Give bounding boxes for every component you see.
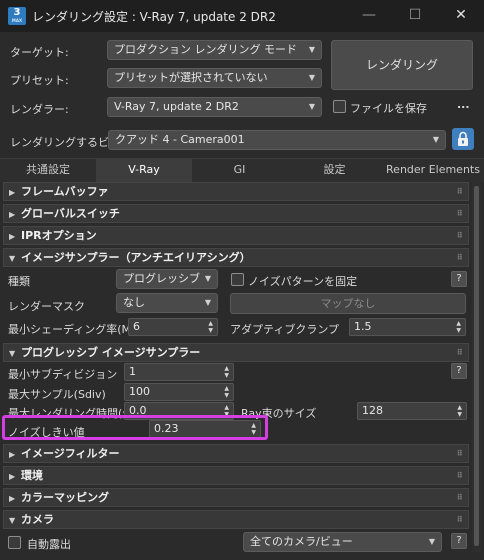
tab-common[interactable]: 共通設定	[0, 158, 96, 182]
sampler-type-label: 種類	[8, 275, 30, 288]
close-button[interactable]: ✕	[438, 0, 484, 32]
spinner-arrows-icon: ▲ ▼	[224, 385, 229, 399]
adaptive-clamp-spinner[interactable]: 1.5 ▲ ▼	[349, 318, 466, 336]
expand-arrow-icon: ▶	[9, 232, 16, 241]
spinner-arrows-icon: ▲ ▼	[457, 404, 462, 418]
target-dropdown[interactable]: プロダクション レンダリング モード ▼	[107, 40, 322, 60]
expand-arrow-icon: ▶	[9, 450, 16, 459]
max-subdivs-label: 最大サンプル(Sdiv)	[8, 388, 106, 401]
grip-icon: ⠿	[456, 515, 463, 524]
help-button[interactable]: ?	[451, 271, 467, 287]
rollout-image-sampler[interactable]: ▼ イメージサンプラー（アンチエイリアシング） ⠿	[3, 248, 469, 267]
rollout-framebuffer[interactable]: ▶ フレームバッファ ⠿	[3, 182, 469, 201]
spinner-arrows-icon: ▲ ▼	[224, 365, 229, 379]
min-subdivs-label: 最小サブディビジョン	[8, 368, 118, 381]
chevron-down-icon: ▼	[204, 298, 211, 307]
rollout-progressive-sampler[interactable]: ▼ プログレッシブ イメージサンプラー ⠿	[3, 343, 469, 362]
grip-icon: ⠿	[456, 471, 463, 480]
grip-icon: ⠿	[456, 209, 463, 218]
lock-view-button[interactable]	[452, 128, 474, 150]
help-button[interactable]: ?	[451, 363, 467, 379]
preset-label: プリセット:	[10, 74, 69, 87]
more-options-button[interactable]: ...	[457, 98, 470, 111]
tab-vray[interactable]: V-Ray	[96, 158, 192, 182]
renderer-label: レンダラー:	[10, 103, 69, 116]
3dsmax-app-icon: 3 MAX	[8, 7, 26, 25]
grip-icon: ⠿	[456, 253, 463, 262]
auto-exposure-label: 自動露出	[27, 538, 71, 551]
collapse-arrow-icon: ▼	[9, 516, 16, 525]
rollout-color-mapping[interactable]: ▶ カラーマッピング ⠿	[3, 488, 469, 507]
noise-threshold-highlight	[2, 415, 268, 440]
spinner-arrows-icon: ▲ ▼	[208, 320, 213, 334]
lock-noise-checkbox[interactable]	[231, 273, 244, 286]
chevron-down-icon: ▼	[308, 102, 315, 111]
rollout-ipr[interactable]: ▶ IPRオプション ⠿	[3, 226, 469, 245]
max-subdivs-spinner[interactable]: 100 ▲ ▼	[124, 383, 234, 401]
chevron-down-icon: ▼	[432, 135, 439, 144]
tab-render-elements[interactable]: Render Elements	[382, 158, 484, 182]
expand-arrow-icon: ▶	[9, 210, 16, 219]
ray-bundle-size-spinner[interactable]: 128 ▲ ▼	[357, 402, 467, 420]
grip-icon: ⠿	[456, 231, 463, 240]
expand-arrow-icon: ▶	[9, 188, 16, 197]
min-shading-rate-spinner[interactable]: 6 ▲ ▼	[128, 318, 218, 336]
render-mask-dropdown[interactable]: なし ▼	[116, 293, 218, 313]
renderer-dropdown[interactable]: V-Ray 7, update 2 DR2 ▼	[107, 97, 322, 117]
scrollbar-thumb[interactable]	[474, 186, 479, 546]
help-button[interactable]: ?	[451, 533, 467, 549]
adaptive-clamp-label: アダプティブクランプ	[230, 323, 340, 336]
chevron-down-icon: ▼	[308, 73, 315, 82]
collapse-arrow-icon: ▼	[9, 254, 16, 263]
collapse-arrow-icon: ▼	[9, 349, 16, 358]
chevron-down-icon: ▼	[428, 537, 435, 546]
rollout-camera[interactable]: ▼ カメラ ⠿	[3, 510, 469, 529]
window-title: レンダリング設定 : V-Ray 7, update 2 DR2	[32, 10, 276, 24]
chevron-down-icon: ▼	[308, 45, 315, 54]
chevron-down-icon: ▼	[204, 274, 211, 283]
preset-dropdown[interactable]: プリセットが選択されていない ▼	[107, 68, 322, 88]
render-button[interactable]: レンダリング	[331, 40, 473, 90]
render-mask-label: レンダーマスク	[8, 300, 85, 313]
minimize-button[interactable]: —	[346, 0, 392, 32]
grip-icon: ⠿	[456, 187, 463, 196]
target-label: ターゲット:	[10, 46, 69, 59]
tab-gi[interactable]: GI	[192, 158, 287, 182]
render-view-dropdown[interactable]: クアッド 4 - Camera001 ▼	[108, 130, 446, 150]
lock-noise-label: ノイズパターンを固定	[248, 275, 358, 288]
rollout-environment[interactable]: ▶ 環境 ⠿	[3, 466, 469, 485]
auto-exposure-checkbox[interactable]	[8, 536, 21, 549]
grip-icon: ⠿	[456, 449, 463, 458]
sampler-type-dropdown[interactable]: プログレッシブ ▼	[116, 269, 218, 289]
grip-icon: ⠿	[456, 348, 463, 357]
tab-settings[interactable]: 設定	[287, 158, 382, 182]
save-file-checkbox[interactable]	[333, 100, 346, 113]
no-map-button[interactable]: マップなし	[230, 293, 466, 314]
spinner-arrows-icon: ▲ ▼	[456, 320, 461, 334]
expand-arrow-icon: ▶	[9, 494, 16, 503]
min-subdivs-spinner[interactable]: 1 ▲ ▼	[124, 363, 234, 381]
rollout-image-filter[interactable]: ▶ イメージフィルター ⠿	[3, 444, 469, 463]
maximize-button[interactable]: ☐	[392, 0, 438, 32]
expand-arrow-icon: ▶	[9, 472, 16, 481]
camera-select-dropdown[interactable]: 全てのカメラ/ビュー ▼	[243, 532, 442, 552]
grip-icon: ⠿	[456, 493, 463, 502]
rollout-global-switches[interactable]: ▶ グローバルスイッチ ⠿	[3, 204, 469, 223]
save-file-label: ファイルを保存	[350, 102, 427, 115]
lock-icon	[458, 131, 468, 146]
